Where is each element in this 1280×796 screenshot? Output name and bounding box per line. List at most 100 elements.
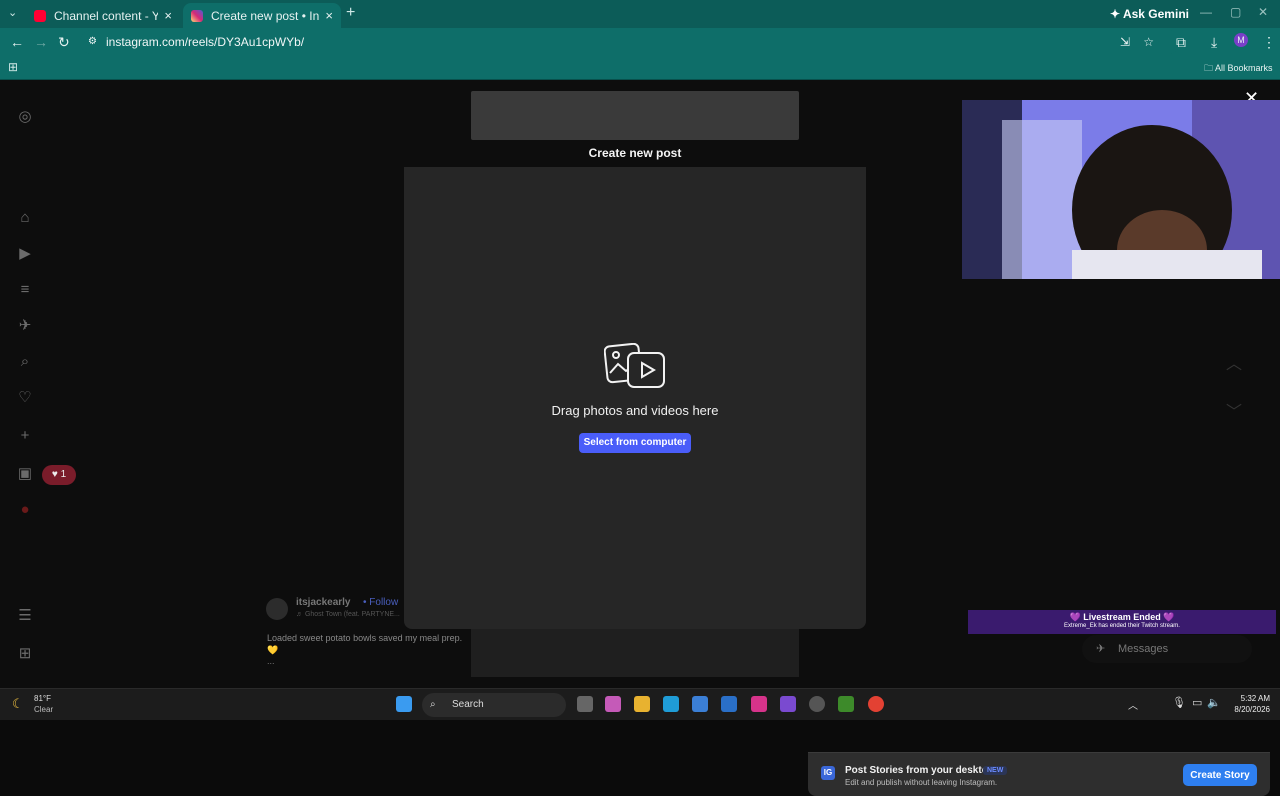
bookmarks-bar: ⊞ 🗀 All Bookmarks: [0, 56, 1280, 80]
reel-author-avatar[interactable]: [266, 598, 288, 620]
app-icon[interactable]: [751, 696, 767, 712]
search-icon: ⌕: [430, 699, 436, 710]
photo-video-icon: [604, 343, 665, 388]
download-icon[interactable]: ⤓: [1211, 34, 1217, 51]
instagram-icon: [191, 9, 203, 22]
badge-count: 1: [60, 469, 67, 480]
create-story-button[interactable]: Create Story: [1183, 764, 1257, 786]
close-tab-icon[interactable]: ×: [325, 8, 333, 23]
instagram-logo-icon[interactable]: ◎: [16, 107, 34, 125]
webcam-overlay: [962, 100, 1280, 279]
stories-promo-title: Post Stories from your desktop: [845, 765, 994, 776]
search-placeholder: Search: [452, 699, 484, 710]
forward-icon[interactable]: →: [34, 34, 48, 50]
folder-icon: 🗀: [1204, 63, 1216, 73]
tab-bar: ⌄ Channel content - YouTube Stu × Create…: [0, 0, 1280, 28]
clock-date[interactable]: 8/20/2026: [1225, 705, 1270, 714]
tab-search-icon[interactable]: ⌄: [8, 6, 17, 19]
weather-condition: Clear: [34, 705, 54, 714]
background-reel-top: [471, 91, 799, 140]
tab-youtube-studio[interactable]: Channel content - YouTube Stu ×: [26, 3, 180, 28]
reel-follow-link[interactable]: • Follow: [363, 597, 398, 608]
install-icon[interactable]: ⇲: [1120, 30, 1130, 54]
messages-label: Messages: [1118, 643, 1169, 655]
close-window-icon[interactable]: ✕: [1258, 5, 1268, 19]
taskbar: ☾ 81°F Clear ⌕ Search ︿ 🎙 ▭ 🔈 5:32 AM 8/…: [0, 688, 1280, 720]
taskbar-search[interactable]: ⌕ Search: [422, 693, 566, 717]
site-info-icon[interactable]: ⚙: [88, 30, 97, 54]
back-icon[interactable]: ←: [10, 34, 24, 50]
tab-title: Channel content - YouTube Stu: [54, 8, 159, 23]
show-hidden-icons[interactable]: ︿: [1128, 697, 1138, 712]
stories-icon: IG: [821, 766, 835, 780]
ask-gemini-label: Ask Gemini: [1122, 7, 1189, 21]
bookmarks-label: All Bookmarks: [1215, 63, 1273, 73]
create-icon[interactable]: +: [16, 426, 34, 444]
store-icon[interactable]: [692, 696, 708, 712]
drag-instructions: Drag photos and videos here: [551, 403, 719, 418]
livestream-title: 💜 Livestream Ended 💜: [1069, 612, 1175, 622]
file-explorer-icon[interactable]: [634, 696, 650, 712]
reload-icon[interactable]: ↻: [58, 34, 70, 51]
chrome-icon[interactable]: [868, 696, 884, 712]
weather-temp[interactable]: 81°F: [34, 694, 51, 703]
profile-avatar[interactable]: M: [1234, 33, 1248, 47]
copilot-icon[interactable]: [605, 696, 621, 712]
create-post-modal: IG Post Stories from your desktop NEW Ed…: [404, 167, 1270, 796]
stories-promo-bar: IG Post Stories from your desktop NEW Ed…: [808, 752, 1270, 796]
profile-avatar[interactable]: ●: [16, 500, 34, 518]
direct-messages-icon[interactable]: ✈: [16, 316, 34, 334]
also-from-meta-icon[interactable]: ⊞: [16, 644, 34, 662]
outlook-icon[interactable]: [721, 696, 737, 712]
youtube-icon: [34, 9, 46, 22]
reels-icon[interactable]: ▶: [16, 244, 34, 262]
notification-badge: ♥ 1: [42, 465, 76, 485]
bookmark-star-icon[interactable]: ☆: [1143, 30, 1154, 54]
extensions-icon[interactable]: ⧉: [1176, 34, 1186, 51]
microphone-icon[interactable]: 🎙: [1172, 696, 1186, 709]
task-view-icon[interactable]: [577, 696, 593, 712]
minecraft-icon[interactable]: [838, 696, 854, 712]
address-bar-row: ← → ↻ ⚙ instagram.com/reels/DY3Au1cpWYb/…: [0, 28, 1280, 56]
select-from-computer-button[interactable]: Select from computer: [579, 433, 691, 453]
tab-title: Create new post • Instagram: [211, 8, 320, 23]
messages-button[interactable]: ✈ Messages: [1082, 635, 1252, 663]
next-reel-icon[interactable]: ﹀: [1226, 398, 1242, 422]
notifications-heart-icon[interactable]: ♡: [16, 388, 34, 406]
reel-music[interactable]: ♬ Ghost Town (feat. PARTYNE...: [296, 611, 400, 618]
network-icon[interactable]: ▭: [1192, 696, 1202, 709]
url-text: instagram.com/reels/DY3Au1cpWYb/: [106, 35, 305, 49]
close-tab-icon[interactable]: ×: [164, 8, 172, 23]
edge-icon[interactable]: [663, 696, 679, 712]
feed-icon[interactable]: ≡: [16, 280, 34, 298]
new-tab-icon[interactable]: +: [346, 4, 355, 22]
livestream-subtitle: Extreme_Ek has ended their Twitch stream…: [1064, 623, 1180, 629]
clock-time[interactable]: 5:32 AM: [1230, 694, 1270, 703]
more-menu-icon[interactable]: ☰: [16, 606, 34, 624]
maximize-icon[interactable]: ▢: [1230, 5, 1241, 19]
url-field[interactable]: ⚙ instagram.com/reels/DY3Au1cpWYb/ ⇲ ☆: [80, 30, 1180, 54]
search-icon[interactable]: ⌕: [16, 352, 34, 370]
twitch-icon[interactable]: [780, 696, 796, 712]
background-reel-bottom: [471, 629, 799, 677]
stories-promo-subtitle: Edit and publish without leaving Instagr…: [845, 778, 998, 787]
volume-icon[interactable]: 🔈: [1207, 696, 1221, 709]
new-badge: NEW: [983, 766, 1008, 775]
ask-gemini-button[interactable]: ✦ Ask Gemini: [1110, 7, 1189, 21]
tab-instagram[interactable]: Create new post • Instagram ×: [183, 3, 341, 28]
gemini-icon: ✦: [1110, 7, 1123, 21]
minimize-icon[interactable]: —: [1200, 5, 1212, 19]
reel-more[interactable]: ...: [267, 656, 275, 666]
obs-icon[interactable]: [809, 696, 825, 712]
apps-grid-icon[interactable]: ⊞: [8, 60, 18, 74]
reel-caption: Loaded sweet potato bowls saved my meal …: [267, 633, 463, 655]
dashboard-icon[interactable]: ▣: [16, 464, 34, 482]
weather-moon-icon[interactable]: ☾: [12, 696, 24, 712]
home-icon[interactable]: ⌂: [16, 208, 34, 226]
all-bookmarks[interactable]: 🗀 All Bookmarks: [1204, 61, 1273, 77]
windows-start-icon[interactable]: [396, 696, 412, 712]
menu-icon[interactable]: ⋮: [1262, 34, 1276, 51]
previous-reel-icon[interactable]: ︿: [1226, 350, 1242, 374]
livestream-ended-banner: 💜 Livestream Ended 💜 Extreme_Ek has ende…: [968, 610, 1276, 634]
reel-username[interactable]: itsjackearly: [296, 597, 351, 608]
